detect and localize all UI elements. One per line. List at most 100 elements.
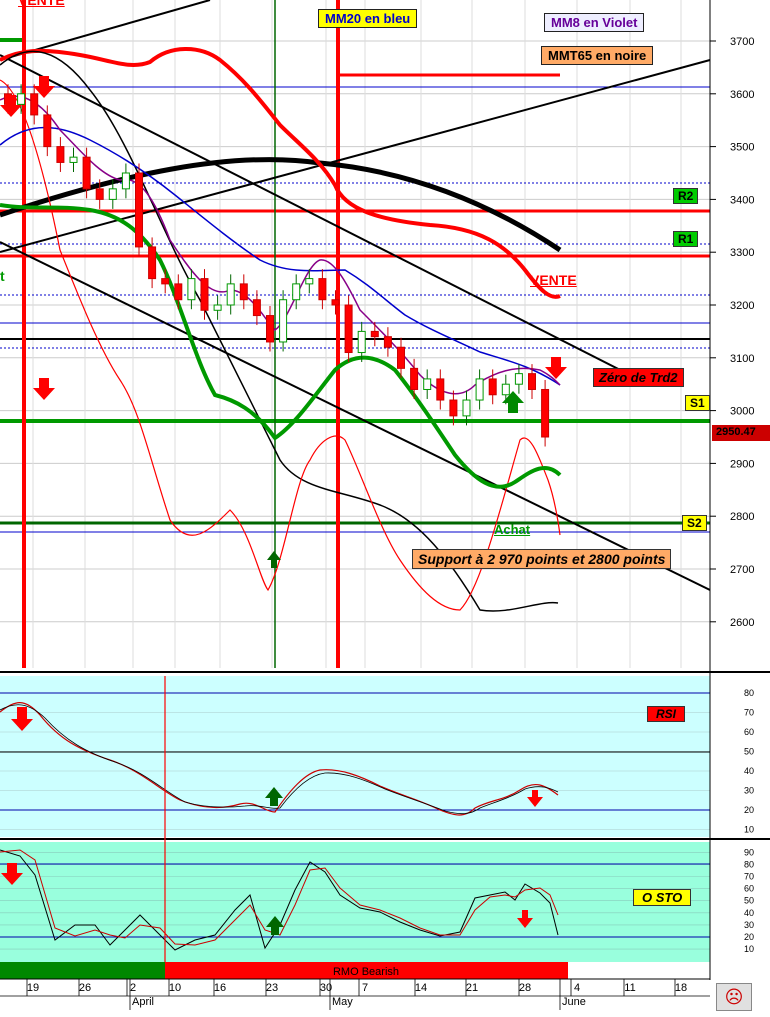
x-day-label: 2	[130, 982, 136, 994]
candle-body	[239, 283, 248, 301]
y-tick-label: 3200	[730, 300, 754, 312]
candle-body	[30, 93, 39, 116]
y-tick-label: 3100	[730, 353, 754, 365]
candle-body	[383, 336, 392, 348]
achat-label: Achat	[494, 522, 531, 537]
candle-body	[344, 304, 353, 354]
vente-right-label: VENTE	[530, 272, 577, 288]
x-day-label: 28	[519, 982, 531, 994]
rsi-y-tick: 40	[744, 766, 754, 776]
candle-body	[200, 278, 209, 311]
x-day-label: 16	[214, 982, 226, 994]
candle-body	[226, 283, 235, 306]
x-month-label: May	[332, 996, 353, 1008]
candle-body	[501, 383, 510, 396]
candle-body	[95, 188, 104, 200]
zero-trd2-label: Zéro de Trd2	[593, 368, 684, 387]
candle-body	[331, 299, 340, 306]
candle-body	[69, 156, 78, 163]
rsi-y-tick: 50	[744, 747, 754, 757]
candle-body	[252, 299, 261, 317]
mm20-legend: MM20 en bleu	[318, 9, 418, 28]
candle-body	[436, 378, 445, 401]
candle-body	[161, 278, 170, 285]
sto-y-tick: 90	[744, 847, 754, 857]
candle-body	[292, 283, 301, 301]
candle-body	[514, 373, 523, 385]
candle-body	[475, 378, 484, 401]
rsi-y-tick: 60	[744, 727, 754, 737]
y-tick-label: 2900	[730, 458, 754, 470]
candle-body	[56, 146, 65, 163]
sto-y-tick: 60	[744, 884, 754, 894]
candle-body	[528, 373, 536, 390]
last-price-label: 2950.47	[716, 426, 756, 438]
rsi-y-tick: 10	[744, 825, 754, 835]
x-day-label: 11	[624, 982, 635, 994]
sto-y-tick: 50	[744, 896, 754, 906]
y-tick-label: 3000	[730, 406, 754, 418]
x-day-label: 19	[27, 982, 39, 994]
y-tick-label: 3600	[730, 89, 754, 101]
sto-y-tick: 40	[744, 908, 754, 918]
candle-body	[410, 367, 419, 390]
y-tick-label: 2700	[730, 564, 754, 576]
rsi-panel	[0, 676, 710, 837]
x-day-label: 10	[169, 982, 181, 994]
candle-body	[370, 330, 379, 338]
x-month-label: April	[132, 996, 154, 1008]
sad-face-icon[interactable]: ☹	[716, 983, 752, 1011]
x-day-label: 7	[362, 982, 368, 994]
candle-body	[462, 399, 471, 417]
rmo-bar-green	[0, 962, 165, 979]
candle-body	[318, 278, 327, 301]
x-day-label: 26	[79, 982, 91, 994]
sto-y-tick: 80	[744, 859, 754, 869]
y-tick-label: 3400	[730, 194, 754, 206]
rsi-y-tick: 70	[744, 708, 754, 718]
candle-body	[488, 378, 497, 396]
sto-y-tick: 30	[744, 920, 754, 930]
candle-body	[121, 172, 130, 190]
s1-label: S1	[685, 395, 710, 411]
candle-body	[187, 278, 196, 301]
candle-body	[148, 246, 157, 280]
sto-y-tick: 70	[744, 872, 754, 882]
candle-body	[213, 304, 222, 311]
vente-top-label: VENTE	[18, 0, 65, 8]
mmt65-legend: MMT65 en noire	[541, 46, 654, 65]
rmo-bar-label: RMO Bearish	[333, 966, 399, 978]
candle-body	[423, 378, 432, 390]
candle-body	[305, 278, 314, 285]
candle-body	[108, 188, 117, 200]
candle-body	[279, 299, 288, 343]
rsi-y-tick: 30	[744, 786, 754, 796]
rsi-y-tick: 80	[744, 688, 754, 698]
y-tick-label: 2800	[730, 511, 754, 523]
candle-body	[449, 399, 458, 417]
candle-body	[174, 283, 183, 301]
r1-label: R1	[673, 231, 699, 247]
candle-body	[82, 156, 91, 190]
sto-y-tick: 20	[744, 932, 754, 942]
x-day-label: 4	[574, 982, 580, 994]
sto-panel	[0, 842, 710, 962]
s2-label: S2	[682, 515, 707, 531]
left-partial-label: t	[0, 268, 5, 284]
x-day-label: 18	[675, 982, 687, 994]
rsi-label: RSI	[647, 706, 686, 722]
y-tick-label: 2600	[730, 617, 754, 629]
y-tick-label: 3700	[730, 36, 754, 48]
candle-body	[17, 93, 26, 105]
x-day-label: 21	[466, 982, 478, 994]
sto-label: O STO	[633, 889, 692, 906]
x-day-label: 14	[415, 982, 427, 994]
y-tick-label: 3300	[730, 247, 754, 259]
chart-canvas: 2600 2700 2800 2900 3000 3100 3200 3300 3400 3500…	[0, 0, 770, 1017]
mm8-legend: MM8 en Violet	[544, 13, 645, 32]
candle-body	[397, 346, 405, 369]
support-label: Support à 2 970 points et 2800 points	[412, 549, 672, 569]
sto-y-tick: 10	[744, 944, 754, 954]
candle-body	[135, 172, 143, 248]
x-day-label: 23	[266, 982, 278, 994]
